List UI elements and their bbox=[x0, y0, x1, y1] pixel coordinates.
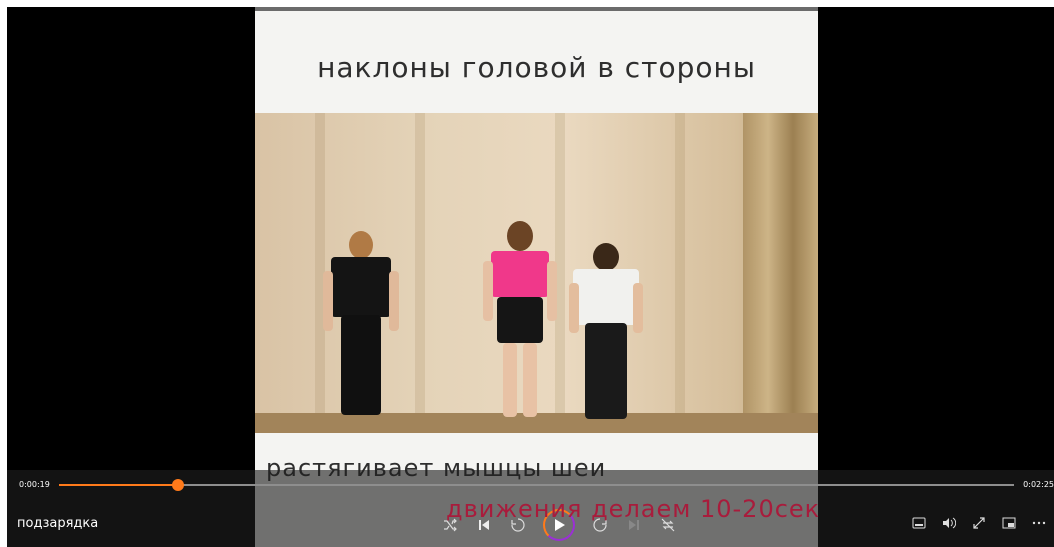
subtitles-icon[interactable] bbox=[910, 514, 928, 532]
current-time: 0:00:19 bbox=[19, 480, 50, 489]
stage-curtain bbox=[743, 113, 818, 413]
video-title: подзарядка bbox=[17, 516, 99, 531]
volume-icon[interactable] bbox=[940, 514, 958, 532]
progress-thumb[interactable] bbox=[172, 479, 185, 491]
total-time: 0:02:25 bbox=[1023, 480, 1054, 489]
stage-floor bbox=[255, 413, 818, 433]
caption-line-2: движения делаем 10-20сек bbox=[446, 495, 821, 523]
frame-top-edge bbox=[255, 7, 818, 11]
curtain-fold bbox=[315, 113, 325, 413]
curtain-fold bbox=[415, 113, 425, 413]
more-icon[interactable] bbox=[1030, 514, 1048, 532]
video-title-overlay: наклоны головой в стороны bbox=[317, 51, 756, 84]
video-photo bbox=[255, 113, 818, 433]
curtain-fold bbox=[675, 113, 685, 413]
progress-fill bbox=[59, 484, 179, 486]
fullscreen-icon[interactable] bbox=[970, 514, 988, 532]
right-controls bbox=[904, 514, 1054, 532]
progress-bar[interactable] bbox=[59, 479, 1014, 491]
mini-player-icon[interactable] bbox=[1000, 514, 1018, 532]
